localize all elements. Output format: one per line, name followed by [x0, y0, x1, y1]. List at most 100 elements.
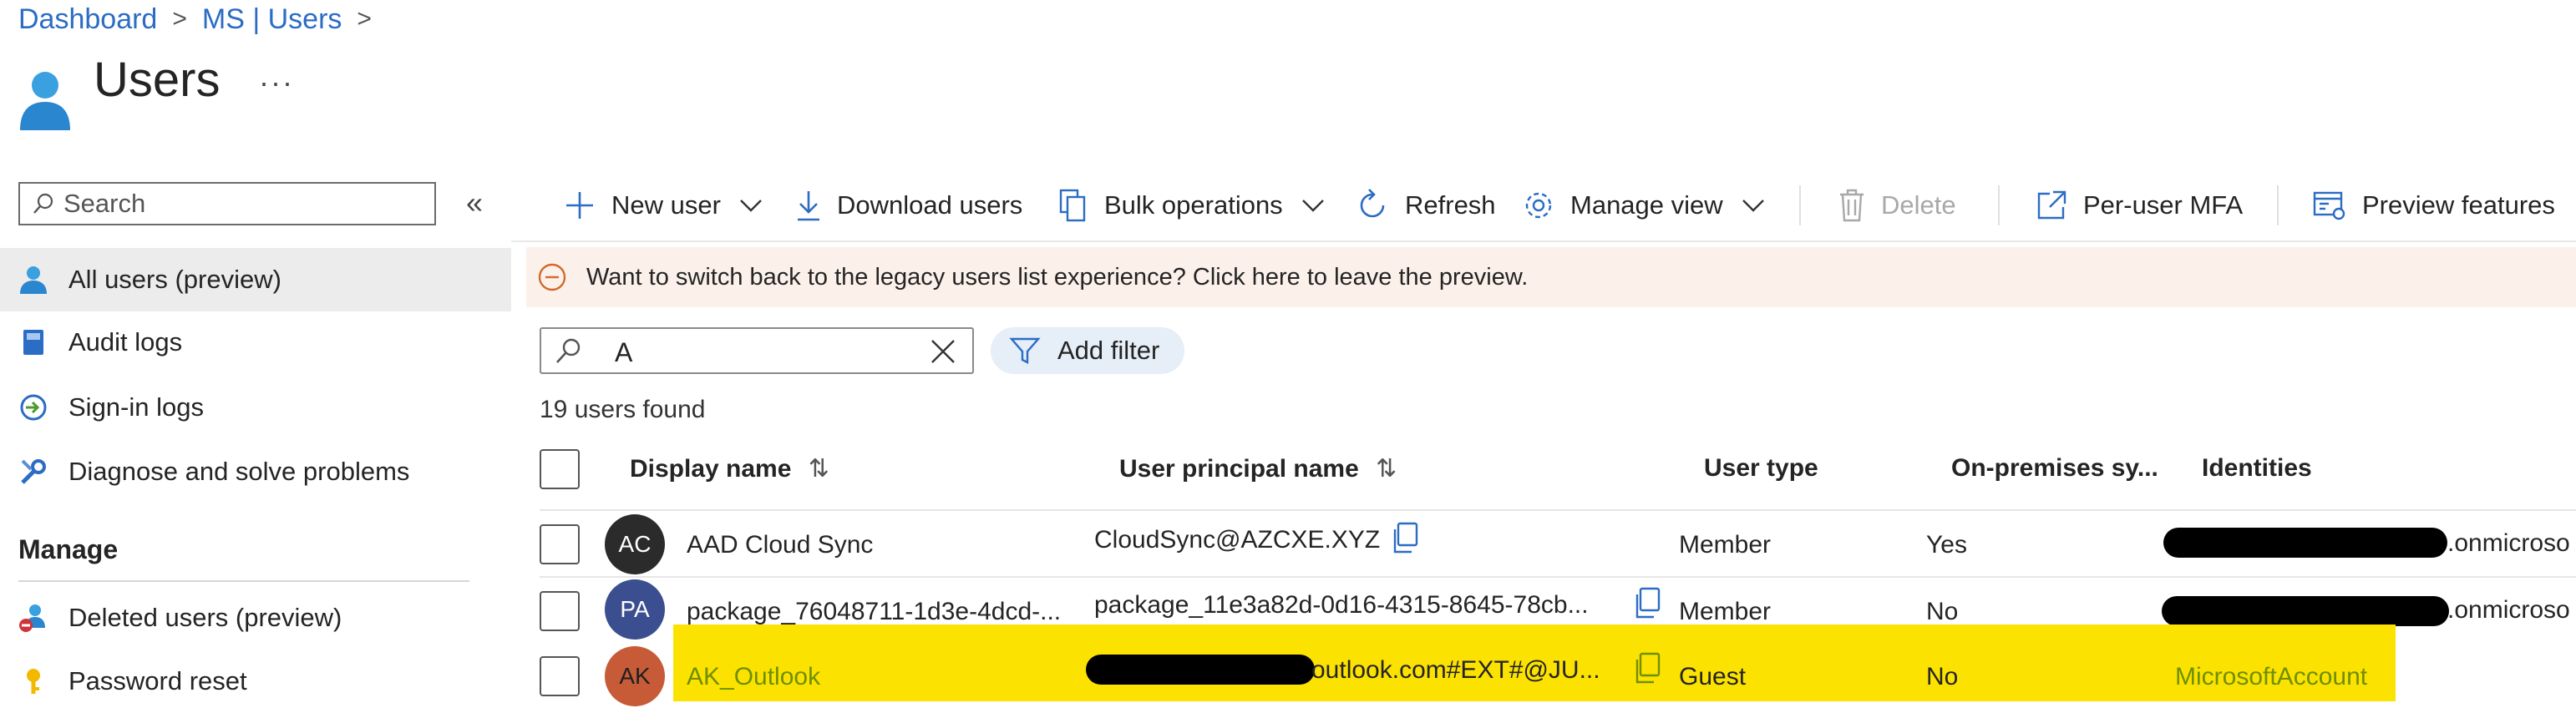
sidebar-item-audit-logs[interactable]: Audit logs	[0, 311, 511, 374]
clear-filter-icon[interactable]	[929, 337, 957, 370]
users-page-icon	[18, 68, 72, 136]
on-premises-value: No	[1926, 663, 1959, 690]
chevron-right-icon: >	[172, 5, 187, 33]
per-user-mfa-button[interactable]: Per-user MFA	[2035, 184, 2243, 227]
refresh-label: Refresh	[1405, 190, 1496, 220]
minus-circle-icon	[536, 261, 568, 293]
chevron-down-icon	[739, 198, 763, 213]
sidebar-item-label: Sign-in logs	[68, 392, 204, 422]
page-title: Users	[94, 53, 221, 107]
manage-view-button[interactable]: Manage view	[1522, 184, 1765, 227]
banner-text: Want to switch back to the legacy users …	[586, 263, 1529, 291]
select-all-checkbox[interactable]	[540, 449, 580, 489]
row-divider	[540, 509, 2576, 511]
add-filter-button[interactable]: Add filter	[991, 327, 1184, 374]
copy-icon[interactable]	[1390, 521, 1420, 559]
identities-value: .onmicroso	[2447, 529, 2570, 557]
more-options-button[interactable]: ···	[259, 65, 294, 100]
row-checkbox[interactable]	[540, 591, 580, 631]
identities-value: .onmicroso	[2447, 596, 2570, 624]
sort-icon: ⇅	[808, 455, 829, 483]
sidebar-item-password-reset[interactable]: Password reset	[0, 650, 511, 713]
row-divider	[540, 576, 2576, 578]
preview-features-label: Preview features	[2362, 190, 2555, 220]
sidebar-search-placeholder: Search	[63, 189, 146, 218]
bulk-operations-icon	[1057, 187, 1089, 224]
avatar: PA	[605, 579, 665, 640]
column-header-identities[interactable]: Identities	[2202, 454, 2312, 483]
bulk-operations-button[interactable]: Bulk operations	[1057, 184, 1325, 227]
refresh-button[interactable]: Refresh	[1355, 184, 1496, 227]
sidebar-search-input[interactable]: Search	[18, 182, 436, 225]
delete-button[interactable]: Delete	[1838, 184, 1956, 227]
deleted-user-icon	[18, 603, 48, 633]
delete-label: Delete	[1881, 190, 1956, 220]
filter-icon	[1009, 336, 1041, 365]
column-header-upn[interactable]: User principal name ⇅	[1119, 454, 1397, 483]
sort-icon: ⇅	[1376, 455, 1397, 483]
search-icon	[33, 193, 53, 214]
search-icon	[553, 337, 583, 370]
user-filter-input[interactable]	[540, 327, 974, 374]
filter-value: A	[615, 337, 633, 367]
toolbar-divider-line	[511, 240, 2576, 242]
breadcrumb-ms-users[interactable]: MS | Users	[202, 3, 342, 36]
trash-icon	[1838, 188, 1866, 223]
download-users-button[interactable]: Download users	[795, 184, 1022, 227]
bulk-operations-label: Bulk operations	[1104, 190, 1283, 220]
sidebar-item-deleted-users[interactable]: Deleted users (preview)	[0, 586, 511, 650]
row-checkbox[interactable]	[540, 524, 580, 564]
redacted-block	[1086, 655, 1315, 685]
user-type-value: Guest	[1679, 663, 1747, 690]
download-icon	[795, 189, 822, 222]
chevron-down-icon	[1742, 198, 1765, 213]
user-principal-name: CloudSync@AZCXE.XYZ	[1094, 526, 1381, 554]
sidebar-item-label: Diagnose and solve problems	[68, 457, 410, 486]
per-user-mfa-label: Per-user MFA	[2083, 190, 2244, 220]
collapse-sidebar-button[interactable]: «	[466, 185, 483, 220]
toolbar-divider	[1799, 185, 1801, 225]
breadcrumb-dashboard[interactable]: Dashboard	[18, 3, 157, 36]
preview-banner[interactable]: Want to switch back to the legacy users …	[526, 247, 2576, 307]
column-header-user-type[interactable]: User type	[1704, 454, 1818, 483]
chevron-right-icon: >	[357, 5, 372, 33]
user-type-value: Member	[1679, 598, 1772, 625]
user-principal-name: outlook.com#EXT#@JU...	[1311, 656, 1600, 684]
new-user-label: New user	[611, 190, 721, 220]
divider	[18, 580, 469, 582]
sidebar-item-all-users[interactable]: All users (preview)	[0, 248, 511, 311]
user-display-name-link[interactable]: AK_Outlook	[687, 663, 820, 691]
sidebar-item-label: All users (preview)	[68, 265, 281, 294]
column-header-label: User principal name	[1119, 455, 1359, 483]
user-display-name-link[interactable]: package_76048711-1d3e-4dcd-...	[687, 598, 1061, 626]
plus-icon	[563, 189, 596, 222]
sidebar-item-diagnose[interactable]: Diagnose and solve problems	[0, 440, 511, 503]
column-header-on-premises[interactable]: On-premises sy...	[1951, 454, 2158, 483]
on-premises-value: No	[1926, 598, 1959, 625]
preview-features-icon	[2312, 189, 2347, 222]
column-header-label: Display name	[630, 455, 792, 483]
toolbar-divider	[1998, 185, 2000, 225]
download-users-label: Download users	[837, 190, 1023, 220]
add-filter-label: Add filter	[1057, 336, 1160, 365]
copy-icon[interactable]	[1632, 651, 1662, 689]
avatar: AC	[605, 514, 665, 574]
user-type-value: Member	[1679, 531, 1772, 559]
identities-value: MicrosoftAccount	[2175, 663, 2368, 690]
copy-icon[interactable]	[1632, 586, 1662, 624]
column-header-display-name[interactable]: Display name ⇅	[630, 454, 829, 483]
sign-in-icon	[18, 392, 48, 422]
row-checkbox[interactable]	[540, 656, 580, 696]
user-display-name-link[interactable]: AAD Cloud Sync	[687, 531, 873, 559]
sidebar-item-label: Password reset	[68, 666, 247, 695]
book-icon	[18, 327, 48, 357]
breadcrumb: Dashboard > MS | Users >	[18, 0, 387, 38]
redacted-block	[2162, 596, 2449, 626]
manage-view-label: Manage view	[1570, 190, 1723, 220]
user-principal-name: package_11e3a82d-0d16-4315-8645-78cb...	[1094, 591, 1589, 619]
sidebar-item-label: Deleted users (preview)	[68, 603, 342, 632]
preview-features-button[interactable]: Preview features	[2312, 184, 2555, 227]
sidebar-item-sign-in-logs[interactable]: Sign-in logs	[0, 376, 511, 439]
new-user-button[interactable]: New user	[563, 184, 763, 227]
wrench-icon	[18, 457, 48, 487]
